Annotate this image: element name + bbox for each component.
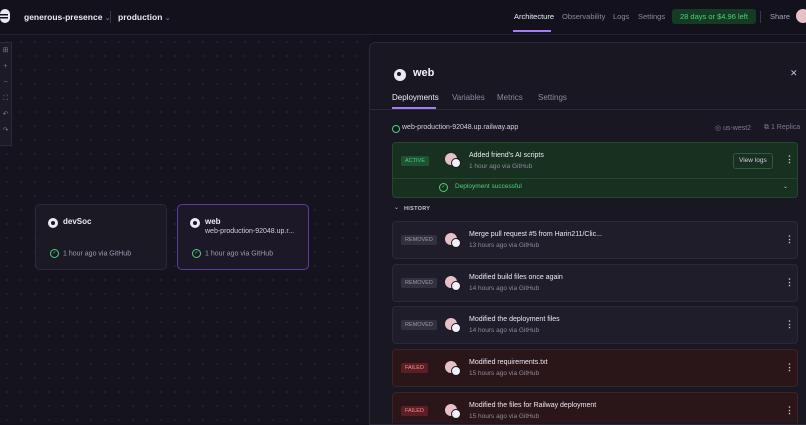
service-name: devSoc [63,217,92,226]
check-icon: ✓ [50,249,59,258]
commit-meta: 15 hours ago via GitHub [469,370,540,377]
commit-meta: 13 hours ago via GitHub [469,242,540,249]
commit-avatar [445,276,461,291]
canvas-toolbar: ⊞ + − ⛶ ↶ ↷ [0,42,12,146]
zoom-out-icon[interactable]: − [0,75,11,91]
commit-message: Modified the deployment files [469,316,560,323]
commit-message: Modified requirements.txt [469,359,548,366]
fit-view-icon[interactable]: ⛶ [0,91,11,107]
user-avatar[interactable] [796,9,806,23]
commit-message: Modified the files for Railway deploymen… [469,402,597,409]
check-icon: ✓ [192,249,201,258]
region-text: us-west2 [723,125,752,132]
status-badge: ACTIVE [401,156,429,166]
github-icon [48,218,58,228]
divider [393,178,797,179]
close-icon[interactable]: ✕ [790,68,798,79]
status-badge: FAILED [401,406,428,416]
service-card-devsoc[interactable]: devSoc ✓ 1 hour ago via GitHub [35,204,167,270]
deployment-status: Deployment successful [455,183,522,190]
github-icon [394,69,406,81]
nav-active-indicator [513,30,551,32]
status-badge: FAILED [401,363,428,373]
chevron-down-icon: ⌄ [164,15,171,22]
share-button[interactable]: Share [770,12,790,21]
status-badge: REMOVED [401,278,437,288]
more-options-icon[interactable]: ⋮ [785,234,794,245]
more-options-icon[interactable]: ⋮ [785,154,794,165]
nav-settings[interactable]: Settings [638,12,665,21]
divider [370,109,806,110]
tab-metrics[interactable]: Metrics [497,93,523,102]
history-row[interactable]: REMOVED Modified the deployment files 14… [392,306,798,344]
history-label: HISTORY [404,206,431,212]
service-status: ✓ 1 hour ago via GitHub [50,249,131,258]
commit-avatar [445,361,461,376]
history-row[interactable]: FAILED Modified the files for Railway de… [392,392,798,423]
commit-avatar [445,153,461,168]
top-bar: generous-presence ⌄ production ⌄ Archite… [0,0,806,35]
commit-avatar [445,318,461,333]
history-row[interactable]: FAILED Modified requirements.txt 15 hour… [392,349,798,387]
more-options-icon[interactable]: ⋮ [785,362,794,373]
more-options-icon[interactable]: ⋮ [785,405,794,416]
commit-meta: 1 hour ago via GitHub [469,163,533,170]
zoom-in-icon[interactable]: + [0,59,11,75]
tab-deployments[interactable]: Deployments [392,93,439,102]
nav-observability[interactable]: Observability [562,12,605,21]
check-icon: ✓ [439,183,448,192]
service-card-web[interactable]: web web-production-92048.up.r... ✓ 1 hour… [177,204,309,270]
divider [110,11,111,23]
undo-icon[interactable]: ↶ [0,107,11,123]
service-status-text: 1 hour ago via GitHub [63,250,132,258]
commit-meta: 14 hours ago via GitHub [469,285,540,292]
commit-message: Added friend's AI scripts [469,152,544,159]
redo-icon[interactable]: ↷ [0,123,11,139]
project-name: generous-presence [24,12,103,22]
status-badge: REMOVED [401,320,437,330]
environment-selector[interactable]: production ⌄ [118,12,171,22]
service-name: web [205,217,221,226]
project-selector[interactable]: generous-presence ⌄ [24,12,111,22]
nav-logs[interactable]: Logs [613,12,629,21]
github-icon [190,218,200,228]
tab-variables[interactable]: Variables [452,93,485,102]
active-deployment[interactable]: ACTIVE Added friend's AI scripts 1 hour … [392,142,798,198]
status-badge: REMOVED [401,235,437,245]
commit-meta: 15 hours ago via GitHub [469,413,540,420]
commit-avatar [445,404,461,419]
commit-avatar [445,233,461,248]
railway-logo-icon[interactable] [0,9,10,23]
service-status: ✓ 1 hour ago via GitHub [192,249,273,258]
nav-architecture[interactable]: Architecture [514,12,554,21]
region-label: ◎ us-west2 [715,125,752,132]
commit-message: Modified build files once again [469,274,563,281]
service-url: web-production-92048.up.r... [205,228,295,235]
view-logs-button[interactable]: View logs [733,153,773,169]
grid-icon[interactable]: ⊞ [0,43,11,59]
service-status-text: 1 hour ago via GitHub [205,250,274,258]
history-row[interactable]: REMOVED Merge pull request #5 from Harin… [392,221,798,259]
service-panel: web ✕ Deployments Variables Metrics Sett… [369,42,806,425]
chevron-down-icon[interactable]: ⌄ [394,204,399,211]
trial-badge[interactable]: 28 days or $4.96 left [672,9,756,24]
commit-meta: 14 hours ago via GitHub [469,327,540,334]
history-row[interactable]: REMOVED Modified build files once again … [392,264,798,302]
status-dot-icon [392,125,400,133]
environment-name: production [118,12,163,22]
more-options-icon[interactable]: ⋮ [785,319,794,330]
panel-title: web [413,67,435,79]
divider [760,11,761,23]
replica-text: 1 Replica [770,124,801,131]
commit-message: Merge pull request #5 from Harin211/Clic… [469,231,602,238]
chevron-down-icon[interactable]: ⌄ [783,183,788,190]
service-url-link[interactable]: web-production-92048.up.railway.app [402,124,518,131]
more-options-icon[interactable]: ⋮ [785,277,794,288]
replica-count: ⧉ 1 Replica [764,124,801,131]
tab-settings[interactable]: Settings [538,93,567,102]
